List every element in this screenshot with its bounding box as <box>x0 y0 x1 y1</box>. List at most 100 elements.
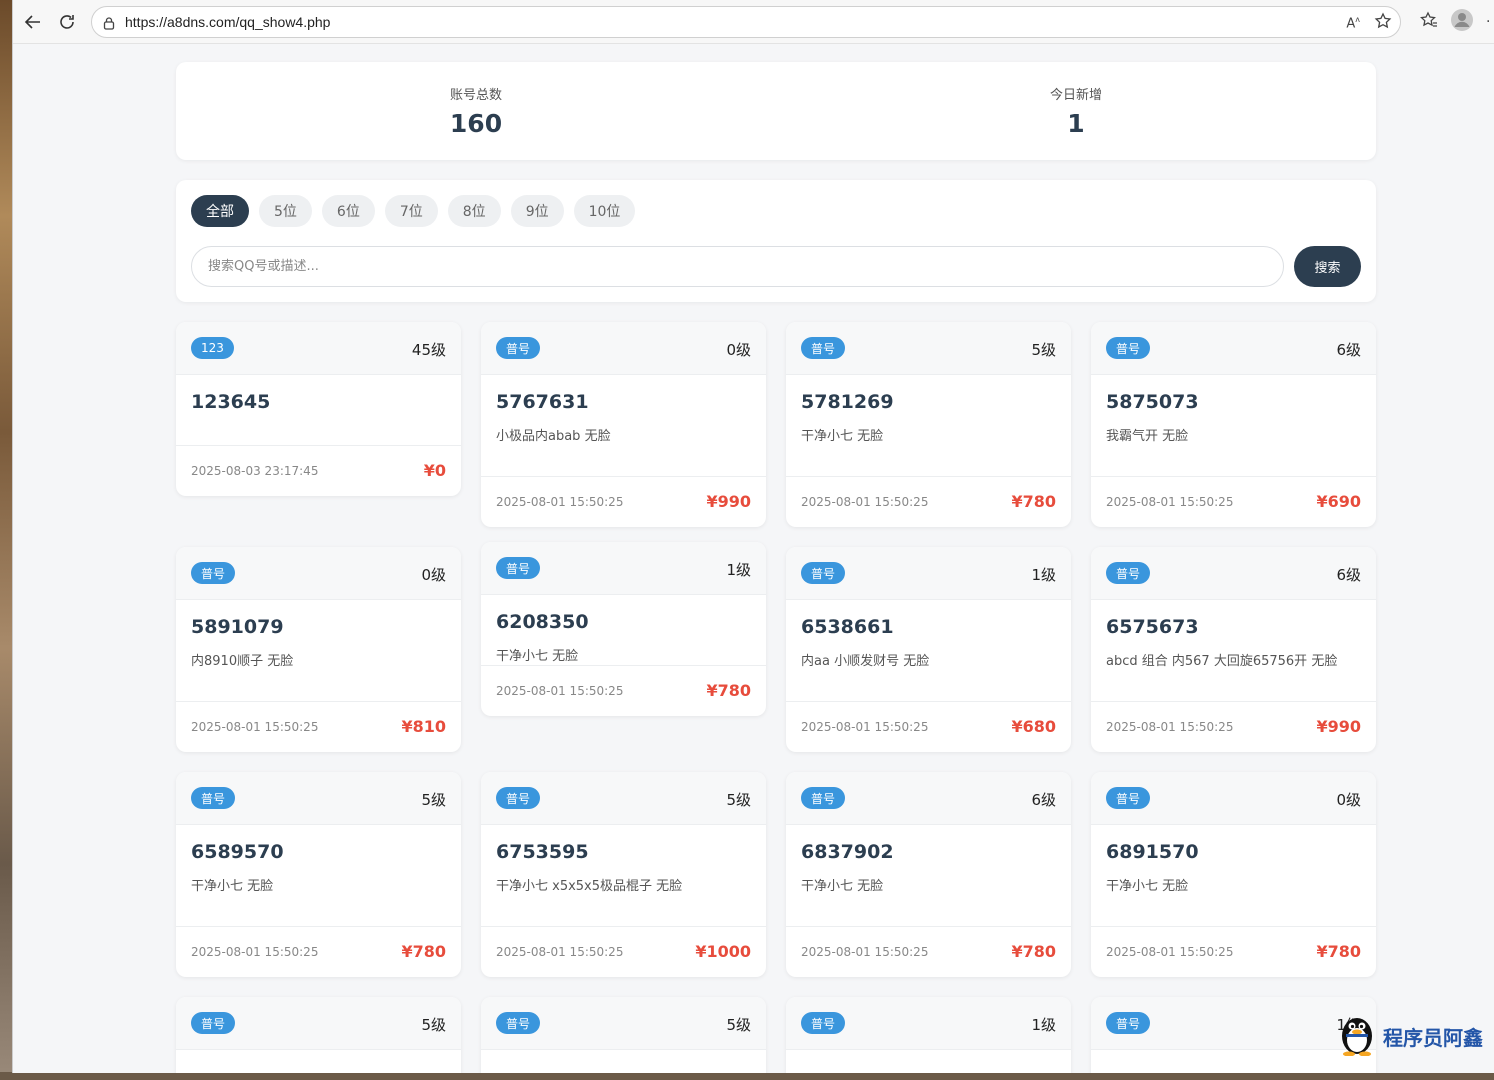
stat-new-today: 今日新增 1 <box>776 62 1376 160</box>
stat-value: 1 <box>1067 109 1085 138</box>
account-type-badge: 123 <box>191 337 234 359</box>
card-header: 普号 6级 <box>1091 547 1376 600</box>
account-card[interactable]: 普号 0级 5767631 小极品内abab 无脸 2025-08-01 15:50:2… <box>481 322 766 527</box>
search-button[interactable]: 搜索 <box>1294 246 1361 287</box>
price: ¥690 <box>1316 492 1361 511</box>
lock-icon <box>102 15 116 34</box>
listing-date: 2025-08-01 15:50:25 <box>191 945 319 959</box>
card-header: 普号 5级 <box>176 997 461 1050</box>
account-description: 小极品内abab 无脸 <box>496 429 611 444</box>
watermark: 程序员阿鑫 <box>1337 1012 1483 1060</box>
card-footer: 2025-08-01 15:50:25 ¥780 <box>786 926 1071 977</box>
favorite-star-icon[interactable] <box>1374 12 1392 34</box>
account-type-badge: 普号 <box>496 1012 541 1034</box>
account-card[interactable]: 普号 5级 6589570 干净小七 无脸 2025-08-01 15:50:25 ¥78… <box>176 772 461 977</box>
desktop-taskbar-edge <box>0 1072 1494 1080</box>
filter-tab-6[interactable]: 6位 <box>321 195 375 227</box>
stat-total-accounts: 账号总数 160 <box>176 62 776 160</box>
account-card[interactable]: 普号 0级 5891079 内8910顺子 无脸 2025-08-01 15:50:25… <box>176 547 461 752</box>
account-card[interactable]: 普号 1级 6538661 内aa 小顺发财号 无脸 2025-08-01 15:50:… <box>786 547 1071 752</box>
account-card[interactable]: 普号1级 <box>1091 997 1376 1073</box>
stats-panel: 账号总数 160 今日新增 1 <box>176 62 1376 160</box>
read-aloud-icon[interactable]: Aʌ <box>1346 15 1360 31</box>
account-card[interactable]: 普号 1级 6208350 干净小七 无脸 2025-08-01 15:50:25 ¥78… <box>481 542 766 716</box>
card-body: 5767631 小极品内abab 无脸 <box>481 375 766 476</box>
account-card[interactable]: 普号 5级 5781269 干净小七 无脸 2025-08-01 15:50:25 ¥78… <box>786 322 1071 527</box>
card-header: 普号1级 <box>786 547 1071 600</box>
filter-tab-5[interactable]: 5位 <box>259 195 312 227</box>
filter-tab-8[interactable]: 8位 <box>447 195 501 227</box>
price: ¥990 <box>1316 717 1361 736</box>
account-level: 0级 <box>1336 791 1361 809</box>
account-description: 我霸气开 无脸 <box>1106 429 1189 444</box>
price: ¥680 <box>1011 717 1056 736</box>
profile-avatar-icon[interactable] <box>1450 8 1474 36</box>
stat-value: 160 <box>449 109 503 138</box>
account-card[interactable]: 123 45级 123645 2025-08-03 23:17:45 ¥0 <box>176 322 461 496</box>
account-type-badge: 普号 <box>1106 1012 1151 1034</box>
account-type-badge: 普号 <box>1106 562 1151 584</box>
back-icon[interactable] <box>19 8 47 36</box>
price: ¥1000 <box>695 942 751 961</box>
account-level: 45级 <box>411 341 446 359</box>
reload-icon[interactable] <box>53 8 81 36</box>
account-card[interactable]: 普号 6级 6837902 干净小七 无脸 2025-08-01 15:50:25 ¥78… <box>786 772 1071 977</box>
qq-number: 5781269 <box>801 391 894 413</box>
card-header: 普号 5级 <box>176 772 461 825</box>
account-level: 5级 <box>421 1016 446 1034</box>
listing-date: 2025-08-01 15:50:25 <box>1106 945 1234 959</box>
penguin-logo-icon <box>1337 1012 1377 1060</box>
qq-number: 5875073 <box>1106 391 1199 413</box>
stat-label: 账号总数 <box>449 88 502 103</box>
account-card[interactable]: 普号 5级 6753595 干净小七 x5x5x5极品棍子 无脸 2025-08-01 … <box>481 772 766 977</box>
listing-date: 2025-08-01 15:50:25 <box>801 495 929 509</box>
search-input[interactable] <box>191 246 1284 287</box>
filter-tab-9[interactable]: 9位 <box>510 195 564 227</box>
card-header: 普号 6级 <box>1091 322 1376 375</box>
account-type-badge: 普号 <box>801 787 846 809</box>
favorites-icon[interactable] <box>1420 11 1438 33</box>
listing-date: 2025-08-01 15:50:25 <box>191 720 319 734</box>
card-footer: 2025-08-01 15:50:25 ¥680 <box>786 701 1071 752</box>
account-card[interactable]: 普号1级 <box>786 997 1071 1073</box>
account-level: 5级 <box>726 1016 751 1034</box>
card-footer: 2025-08-01 15:50:25 ¥690 <box>1091 476 1376 527</box>
price: ¥780 <box>401 942 446 961</box>
account-type-badge: 普号 <box>496 557 541 579</box>
qq-number: 6891570 <box>1106 841 1199 863</box>
card-body: 6837902 干净小七 无脸 <box>786 825 1071 926</box>
filter-tab-all[interactable]: 全部 <box>191 195 249 227</box>
address-bar[interactable]: https://a8dns.com/qq_show4.php Aʌ <box>91 6 1401 38</box>
qq-number: 6589570 <box>191 841 284 863</box>
filter-tab-10[interactable]: 10位 <box>573 195 636 227</box>
filter-tab-7[interactable]: 7位 <box>384 195 438 227</box>
card-header: 普号1级 <box>1091 997 1376 1050</box>
card-footer: 2025-08-03 23:17:45 ¥0 <box>176 445 461 496</box>
filter-tabs: 全部 5位 6位 7位 8位 9位 10位 <box>191 195 636 227</box>
qq-number: 5891079 <box>191 616 284 638</box>
card-body: 123645 <box>176 375 461 445</box>
account-card[interactable]: 普号 5级 <box>481 997 766 1073</box>
listing-date: 2025-08-01 15:50:25 <box>1106 495 1234 509</box>
account-description: 干净小七 无脸 <box>191 879 274 894</box>
qq-number: 123645 <box>191 391 271 413</box>
account-card[interactable]: 普号 0级 6891570 干净小七 无脸 2025-08-01 15:50:25 ¥78… <box>1091 772 1376 977</box>
account-type-badge: 普号 <box>801 562 846 584</box>
listing-date: 2025-08-01 15:50:25 <box>496 945 624 959</box>
account-card[interactable]: 普号 5级 <box>176 997 461 1073</box>
card-header: 普号1级 <box>481 542 766 595</box>
account-description: 干净小七 无脸 <box>1106 879 1189 894</box>
browser-window: https://a8dns.com/qq_show4.php Aʌ · 账号总数… <box>12 0 1494 1073</box>
account-card[interactable]: 普号 6级 6575673 abcd 组合 内567 大回旋65756开 无脸 2025… <box>1091 547 1376 752</box>
account-type-badge: 普号 <box>801 337 846 359</box>
account-card[interactable]: 普号 6级 5875073 我霸气开 无脸 2025-08-01 15:50:25 ¥69… <box>1091 322 1376 527</box>
page-content: 账号总数 160 今日新增 1 全部 5位 6位 7位 8位 9位 10位 搜索… <box>13 44 1494 1073</box>
card-header: 普号 5级 <box>481 997 766 1050</box>
account-type-badge: 普号 <box>1106 337 1151 359</box>
listing-date: 2025-08-01 15:50:25 <box>496 495 624 509</box>
card-footer: 2025-08-01 15:50:25 ¥990 <box>481 476 766 527</box>
more-menu-icon[interactable]: · <box>1486 14 1494 30</box>
account-level: 1级 <box>1031 1016 1056 1034</box>
qq-number: 6208350 <box>496 611 589 633</box>
card-body: 6208350 干净小七 无脸 <box>481 595 766 665</box>
